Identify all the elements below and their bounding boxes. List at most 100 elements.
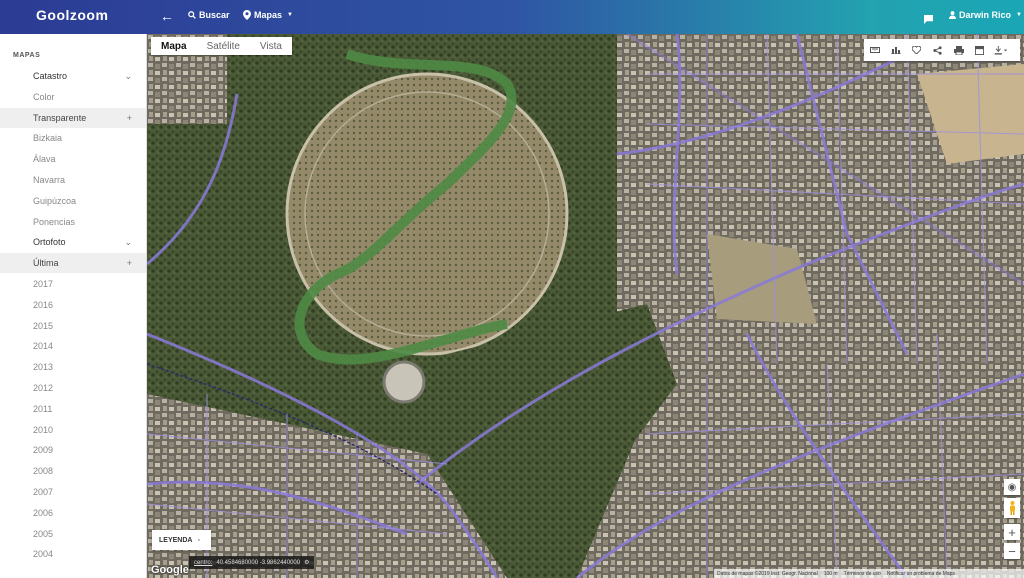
sidebar-item-label: 2013 [33,362,54,373]
map-type-switcher: Mapa Satélite Vista [151,37,292,55]
map-canvas[interactable]: Mapa Satélite Vista LEYENDA ▫ centro: 40… [147,34,1024,578]
sidebar-item-2011[interactable]: 2011 [0,399,146,419]
legend-label: LEYENDA [159,536,193,544]
pegman-icon[interactable] [1004,498,1020,518]
map-pin-icon [243,10,251,20]
ruler-icon[interactable] [864,39,885,61]
top-navbar: Goolzoom ← Buscar Mapas ▼ Darwin Rico ▼ [0,0,1024,34]
sidebar-item-label: Navarra [33,175,66,185]
heart-icon[interactable] [906,39,927,61]
map-attribution: Datos de mapas ©2019 Inst. Geogr. Nacion… [714,569,1024,578]
sidebar-item-navarra[interactable]: Navarra [0,170,146,190]
caret-down-icon: ▼ [287,12,293,18]
sidebar-item-label: 2016 [33,299,54,310]
google-logo: Google [151,564,189,576]
attribution-data: Datos de mapas ©2019 Inst. Geogr. Nacion… [717,570,818,577]
zoom-out-button[interactable]: − [1004,543,1020,559]
zoom-in-button[interactable]: + [1004,524,1020,540]
sidebar-item-2015[interactable]: 2015 [0,316,146,336]
sidebar-item-label: Transparente [33,112,87,123]
sidebar-item-label: 2007 [33,487,54,497]
sidebar-item-2012[interactable]: 2012 [0,378,146,398]
location-icon[interactable]: ◉ [1004,479,1020,495]
tab-mapa[interactable]: Mapa [151,37,197,55]
caret-down-icon: ▼ [1016,12,1022,18]
download-icon[interactable] [990,39,1011,61]
sidebar-item-label: 2011 [33,403,53,414]
share-icon[interactable] [927,39,948,61]
sidebar-item-label: Última [33,258,59,269]
print-icon[interactable] [948,39,969,61]
sidebar-item-bizkaia[interactable]: Bizkaia [0,128,146,148]
coords-key: centro: [194,559,213,566]
sidebar-item-2004[interactable]: 2004 [0,544,146,564]
tab-satelite[interactable]: Satélite [197,37,250,55]
sidebar-item-label: Ortofoto [33,237,66,248]
sidebar-item-label: 2008 [33,466,54,477]
sidebar-item-última[interactable]: Última + [0,253,146,274]
search-nav-button[interactable]: Buscar [188,10,230,20]
sidebar-item-label: Ponencias [33,216,76,227]
satellite-imagery [147,34,1024,578]
maps-nav-label: Mapas [254,10,283,20]
sidebar-item-álava[interactable]: Álava [0,149,146,169]
sidebar-item-label: 2009 [33,445,54,456]
sidebar-item-2007[interactable]: 2007 [0,482,146,502]
sidebar-item-label: 2014 [33,341,54,352]
back-arrow-icon[interactable]: ← [160,8,174,24]
sidebar-item-ponencias[interactable]: Ponencias [0,212,146,232]
sidebar-item-label: Color [33,91,55,102]
sidebar-item-2016[interactable]: 2016 [0,295,146,315]
sidebar-item-color[interactable]: Color [0,87,146,107]
sidebar-item-ortofoto[interactable]: Ortofoto ⌄ [0,232,146,252]
sidebar-item-label: Bizkaia [33,133,63,144]
tab-vista[interactable]: Vista [250,37,292,55]
sidebar-item-label: 2012 [33,383,54,393]
search-icon [188,11,196,19]
user-menu[interactable]: Darwin Rico ▼ [949,10,1022,20]
user-icon [949,11,956,19]
sidebar-heading: MAPAS [13,52,41,59]
center-coordinates[interactable]: centro: 40.4584680000 -3.9862440000 ⚙ [189,556,315,569]
sidebar-item-2008[interactable]: 2008 [0,461,146,481]
chat-icon[interactable] [924,11,933,29]
user-name: Darwin Rico [959,10,1012,20]
plus-icon[interactable]: + [127,113,132,123]
plus-icon[interactable]: + [127,258,132,268]
sidebar-item-guipúzcoa[interactable]: Guipúzcoa [0,191,146,211]
sidebar-item-label: 2010 [33,424,54,435]
sidebar-item-label: Álava [33,154,56,165]
legend-button[interactable]: LEYENDA ▫ [152,530,211,550]
sidebar-item-transparente[interactable]: Transparente + [0,107,146,128]
sidebar-item-label: 2006 [33,507,54,518]
sidebar-item-2017[interactable]: 2017 [0,274,146,294]
search-nav-label: Buscar [199,10,230,20]
sidebar-item-2013[interactable]: 2013 [0,357,146,377]
maps-sidebar: MAPAS Catastro ⌄ Color Transparente + Bizkaia… [0,34,147,578]
chart-icon[interactable] [885,39,906,61]
sidebar-item-2010[interactable]: 2010 [0,420,146,440]
sidebar-item-label: 2015 [33,320,54,331]
sidebar-item-2009[interactable]: 2009 [0,440,146,460]
map-controls: ◉ + − [1004,479,1020,562]
chevron-down-icon[interactable]: ⌄ [124,71,132,82]
sidebar-item-label: 2004 [33,549,54,560]
maps-nav-dropdown[interactable]: Mapas ▼ [243,10,293,20]
sidebar-item-catastro[interactable]: Catastro ⌄ [0,66,146,86]
coords-value: 40.4584680000 -3.9862440000 [216,559,301,566]
chevron-down-icon[interactable]: ⌄ [124,237,132,248]
legend-toggle-icon: ▫ [197,536,200,544]
sidebar-item-2005[interactable]: 2005 [0,524,146,544]
sidebar-item-label: 2005 [33,528,54,539]
sidebar-item-2006[interactable]: 2006 [0,503,146,523]
coords-settings-icon[interactable]: ⚙ [304,559,309,566]
map-toolbar [864,39,1020,61]
scale-label: 100 m [823,570,838,577]
layers-icon[interactable] [969,39,990,61]
sidebar-item-label: 2017 [33,279,54,289]
brand-logo[interactable]: Goolzoom [36,7,108,23]
sidebar-item-label: Catastro [33,71,68,81]
report-problem-link[interactable]: Notificar un problema de Maps [887,571,955,577]
sidebar-item-2014[interactable]: 2014 [0,336,146,356]
terms-link[interactable]: Términos de uso [844,571,881,577]
